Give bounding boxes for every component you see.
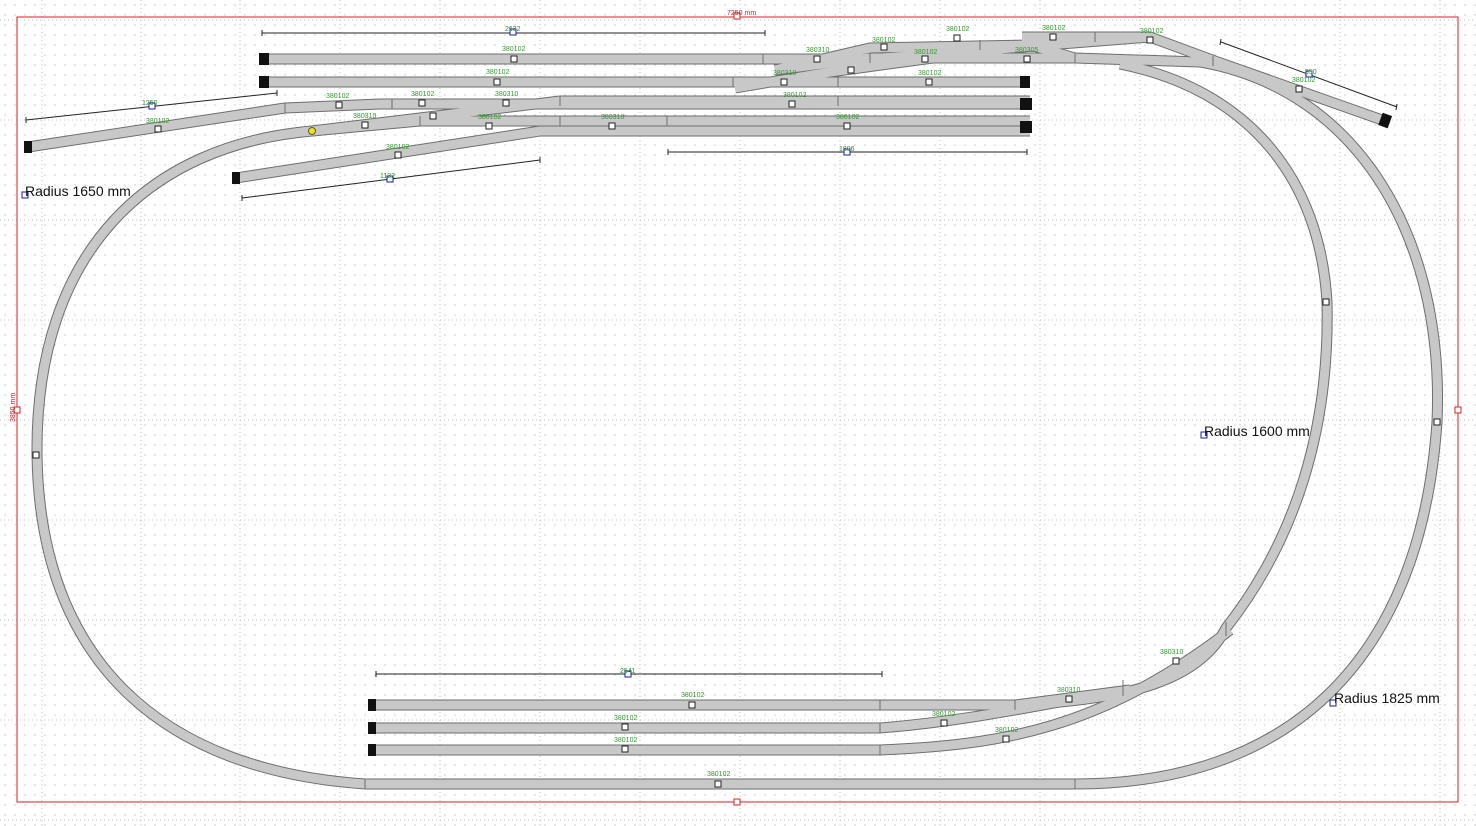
part-number-label: 380102 bbox=[836, 114, 859, 121]
radius-label-left: Radius 1650 mm bbox=[25, 183, 131, 199]
selection-handle[interactable] bbox=[780, 78, 788, 86]
selection-handle[interactable] bbox=[1433, 418, 1441, 426]
selection-handle[interactable] bbox=[714, 780, 722, 788]
part-number-label: 380102 bbox=[914, 49, 937, 56]
selection-handle[interactable] bbox=[921, 55, 929, 63]
selection-handle[interactable] bbox=[32, 451, 40, 459]
dimension-yard-top-label: 1896 bbox=[839, 146, 855, 153]
part-number-label: 380102 bbox=[1140, 28, 1163, 35]
part-number-label: 380102 bbox=[707, 771, 730, 778]
selection-handle[interactable] bbox=[953, 34, 961, 42]
part-number-label: 380102 bbox=[1292, 77, 1315, 84]
selection-handle[interactable] bbox=[493, 78, 501, 86]
selection-handle[interactable] bbox=[621, 745, 629, 753]
board-depth-label: 3850 mm bbox=[10, 393, 17, 422]
part-number-label: 380310 bbox=[353, 113, 376, 120]
selection-handle[interactable] bbox=[1065, 695, 1073, 703]
selection-handle[interactable] bbox=[1002, 735, 1010, 743]
buffer-stop bbox=[368, 722, 376, 734]
selection-handle[interactable] bbox=[733, 798, 741, 806]
buffer-stop bbox=[24, 141, 32, 153]
part-number-label: 380102 bbox=[486, 69, 509, 76]
buffer-stop bbox=[1020, 98, 1032, 110]
part-number-label: 380102 bbox=[681, 692, 704, 699]
selection-handle[interactable] bbox=[847, 66, 855, 74]
buffer-stop bbox=[1020, 121, 1032, 133]
selection-handle[interactable] bbox=[1146, 36, 1154, 44]
selection-handle[interactable] bbox=[510, 55, 518, 63]
radius-label-right-outer: Radius 1825 mm bbox=[1334, 690, 1440, 706]
part-number-label: 380310 bbox=[495, 91, 518, 98]
dimension-left-diagonal-label: 1250 bbox=[142, 100, 158, 107]
selected-joint-marker[interactable] bbox=[308, 127, 316, 135]
selection-handle[interactable] bbox=[335, 101, 343, 109]
part-number-label: 380318 bbox=[601, 114, 624, 121]
selection-handle[interactable] bbox=[418, 99, 426, 107]
buffer-stop bbox=[232, 172, 240, 184]
selection-handle[interactable] bbox=[502, 99, 510, 107]
part-number-label: 380305 bbox=[1015, 47, 1038, 54]
part-number-label: 380310 bbox=[773, 70, 796, 77]
selection-handle[interactable] bbox=[1454, 406, 1462, 414]
buffer-stop bbox=[368, 744, 376, 756]
dimension-bottom-label: 2541 bbox=[620, 668, 636, 675]
radius-label-right-inner: Radius 1600 mm bbox=[1204, 423, 1310, 439]
selection-handle[interactable] bbox=[1322, 298, 1330, 306]
selection-handle[interactable] bbox=[621, 723, 629, 731]
selection-handle[interactable] bbox=[485, 122, 493, 130]
part-number-label: 380102 bbox=[614, 715, 637, 722]
part-number-label: 380102 bbox=[946, 26, 969, 33]
selection-handle[interactable] bbox=[925, 78, 933, 86]
part-number-label: 380102 bbox=[995, 727, 1018, 734]
selection-handle[interactable] bbox=[880, 43, 888, 51]
dimension-left-short-label: 1132 bbox=[380, 173, 395, 180]
selection-handle[interactable] bbox=[608, 122, 616, 130]
selection-handle[interactable] bbox=[940, 719, 948, 727]
part-number-label: 380310 bbox=[1057, 687, 1080, 694]
selection-handle[interactable] bbox=[361, 121, 369, 129]
buffer-stop bbox=[368, 699, 376, 711]
part-number-label: 380102 bbox=[783, 92, 806, 99]
part-number-label: 380102 bbox=[932, 711, 955, 718]
selection-handle[interactable] bbox=[1049, 33, 1057, 41]
part-number-label: 380102 bbox=[614, 737, 637, 744]
part-number-label: 380102 bbox=[326, 93, 349, 100]
part-number-label: 380102 bbox=[411, 91, 434, 98]
part-number-label: 380102 bbox=[478, 114, 501, 121]
selection-handle[interactable] bbox=[813, 55, 821, 63]
selection-handle[interactable] bbox=[788, 100, 796, 108]
dimension-top-label: 2632 bbox=[505, 26, 521, 33]
selection-handle[interactable] bbox=[1023, 55, 1031, 63]
selection-handle[interactable] bbox=[1172, 657, 1180, 665]
board-width-label: 7250 mm bbox=[727, 10, 756, 17]
part-number-label: 380102 bbox=[1042, 25, 1065, 32]
selection-handle[interactable] bbox=[843, 122, 851, 130]
selection-handle[interactable] bbox=[1295, 85, 1303, 93]
part-number-label: 380102 bbox=[386, 144, 409, 151]
track-plan-canvas[interactable]: 7250 mm 3850 mm 2632 950 1250 1132 1896 … bbox=[0, 0, 1476, 826]
part-number-label: 380102 bbox=[872, 37, 895, 44]
buffer-stop bbox=[259, 76, 269, 88]
dimension-right-diagonal-label: 950 bbox=[1305, 69, 1317, 76]
part-number-label: 380102 bbox=[146, 118, 169, 125]
buffer-stop bbox=[1020, 76, 1030, 88]
part-number-label: 380310 bbox=[1160, 649, 1183, 656]
part-number-label: 380102 bbox=[918, 70, 941, 77]
selection-handle[interactable] bbox=[688, 701, 696, 709]
selection-handle[interactable] bbox=[394, 151, 402, 159]
part-number-label: 380310 bbox=[806, 47, 829, 54]
buffer-stop bbox=[259, 53, 269, 65]
part-number-label: 380102 bbox=[502, 46, 525, 53]
selection-handle[interactable] bbox=[429, 112, 437, 120]
selection-handle[interactable] bbox=[154, 125, 162, 133]
